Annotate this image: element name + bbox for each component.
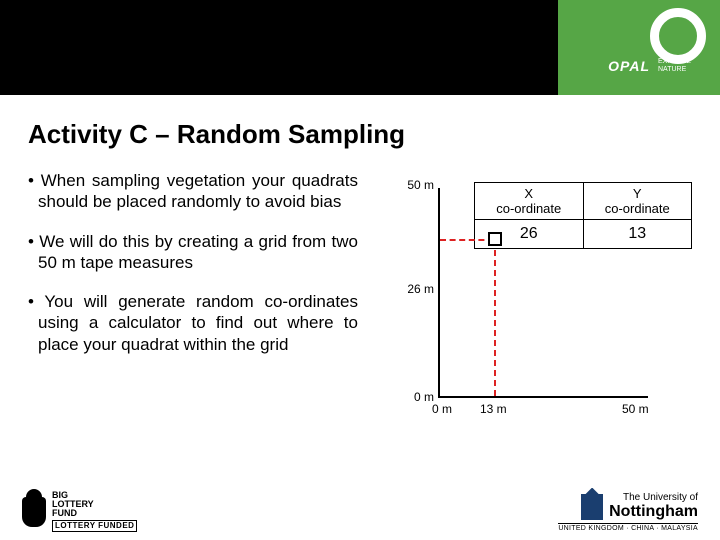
lottery-hand-icon	[22, 497, 46, 527]
opal-tagline: EXPLORE NATURE	[658, 58, 708, 73]
x-tick-13: 13 m	[480, 402, 507, 416]
university-logo: The University of Nottingham UNITED KING…	[558, 492, 698, 532]
bullet-1: • When sampling vegetation your quadrats…	[28, 170, 358, 213]
page-title: Activity C – Random Sampling	[28, 119, 692, 150]
lottery-logo: BIG LOTTERY FUND LOTTERY FUNDED	[22, 491, 137, 532]
x-tick-50: 50 m	[622, 402, 649, 416]
nottingham-castle-icon	[581, 494, 603, 520]
bullet-2: • We will do this by creating a grid fro…	[28, 231, 358, 274]
guide-line-horizontal	[440, 239, 494, 241]
y-tick-50: 50 m	[402, 178, 434, 192]
footer: BIG LOTTERY FUND LOTTERY FUNDED The Univ…	[0, 478, 720, 532]
bullet-list: • When sampling vegetation your quadrats…	[28, 170, 358, 373]
opal-brand-text: OPAL	[608, 58, 650, 74]
university-prefix: The University of	[609, 492, 698, 503]
quadrat-icon	[488, 232, 502, 246]
opal-tag-1: EXPLORE	[658, 58, 691, 65]
opal-tag-2: NATURE	[658, 66, 686, 73]
header-banner: OPAL EXPLORE NATURE	[0, 0, 720, 95]
university-campuses: UNITED KINGDOM · CHINA · MALAYSIA	[558, 523, 698, 532]
grid-axes	[438, 188, 648, 398]
lottery-line3: FUND	[52, 508, 77, 518]
bullet-3: • You will generate random co-ordinates …	[28, 291, 358, 355]
sampling-grid: 50 m 26 m 0 m 0 m 13 m 50 m	[402, 172, 672, 432]
diagram-panel: X co-ordinate Y co-ordinate 26 13 50 m 2…	[372, 170, 692, 373]
guide-line-vertical	[494, 240, 496, 396]
lottery-text: BIG LOTTERY FUND LOTTERY FUNDED	[52, 491, 137, 532]
y-tick-26: 26 m	[402, 282, 434, 296]
banner-black-strip	[0, 0, 558, 95]
university-name: Nottingham	[609, 503, 698, 521]
slide-content: Activity C – Random Sampling • When samp…	[0, 95, 720, 373]
x-tick-0: 0 m	[432, 402, 452, 416]
opal-logo	[650, 8, 706, 64]
lottery-funded-badge: LOTTERY FUNDED	[52, 520, 137, 532]
opal-ring-icon	[650, 8, 706, 64]
y-tick-0: 0 m	[402, 390, 434, 404]
